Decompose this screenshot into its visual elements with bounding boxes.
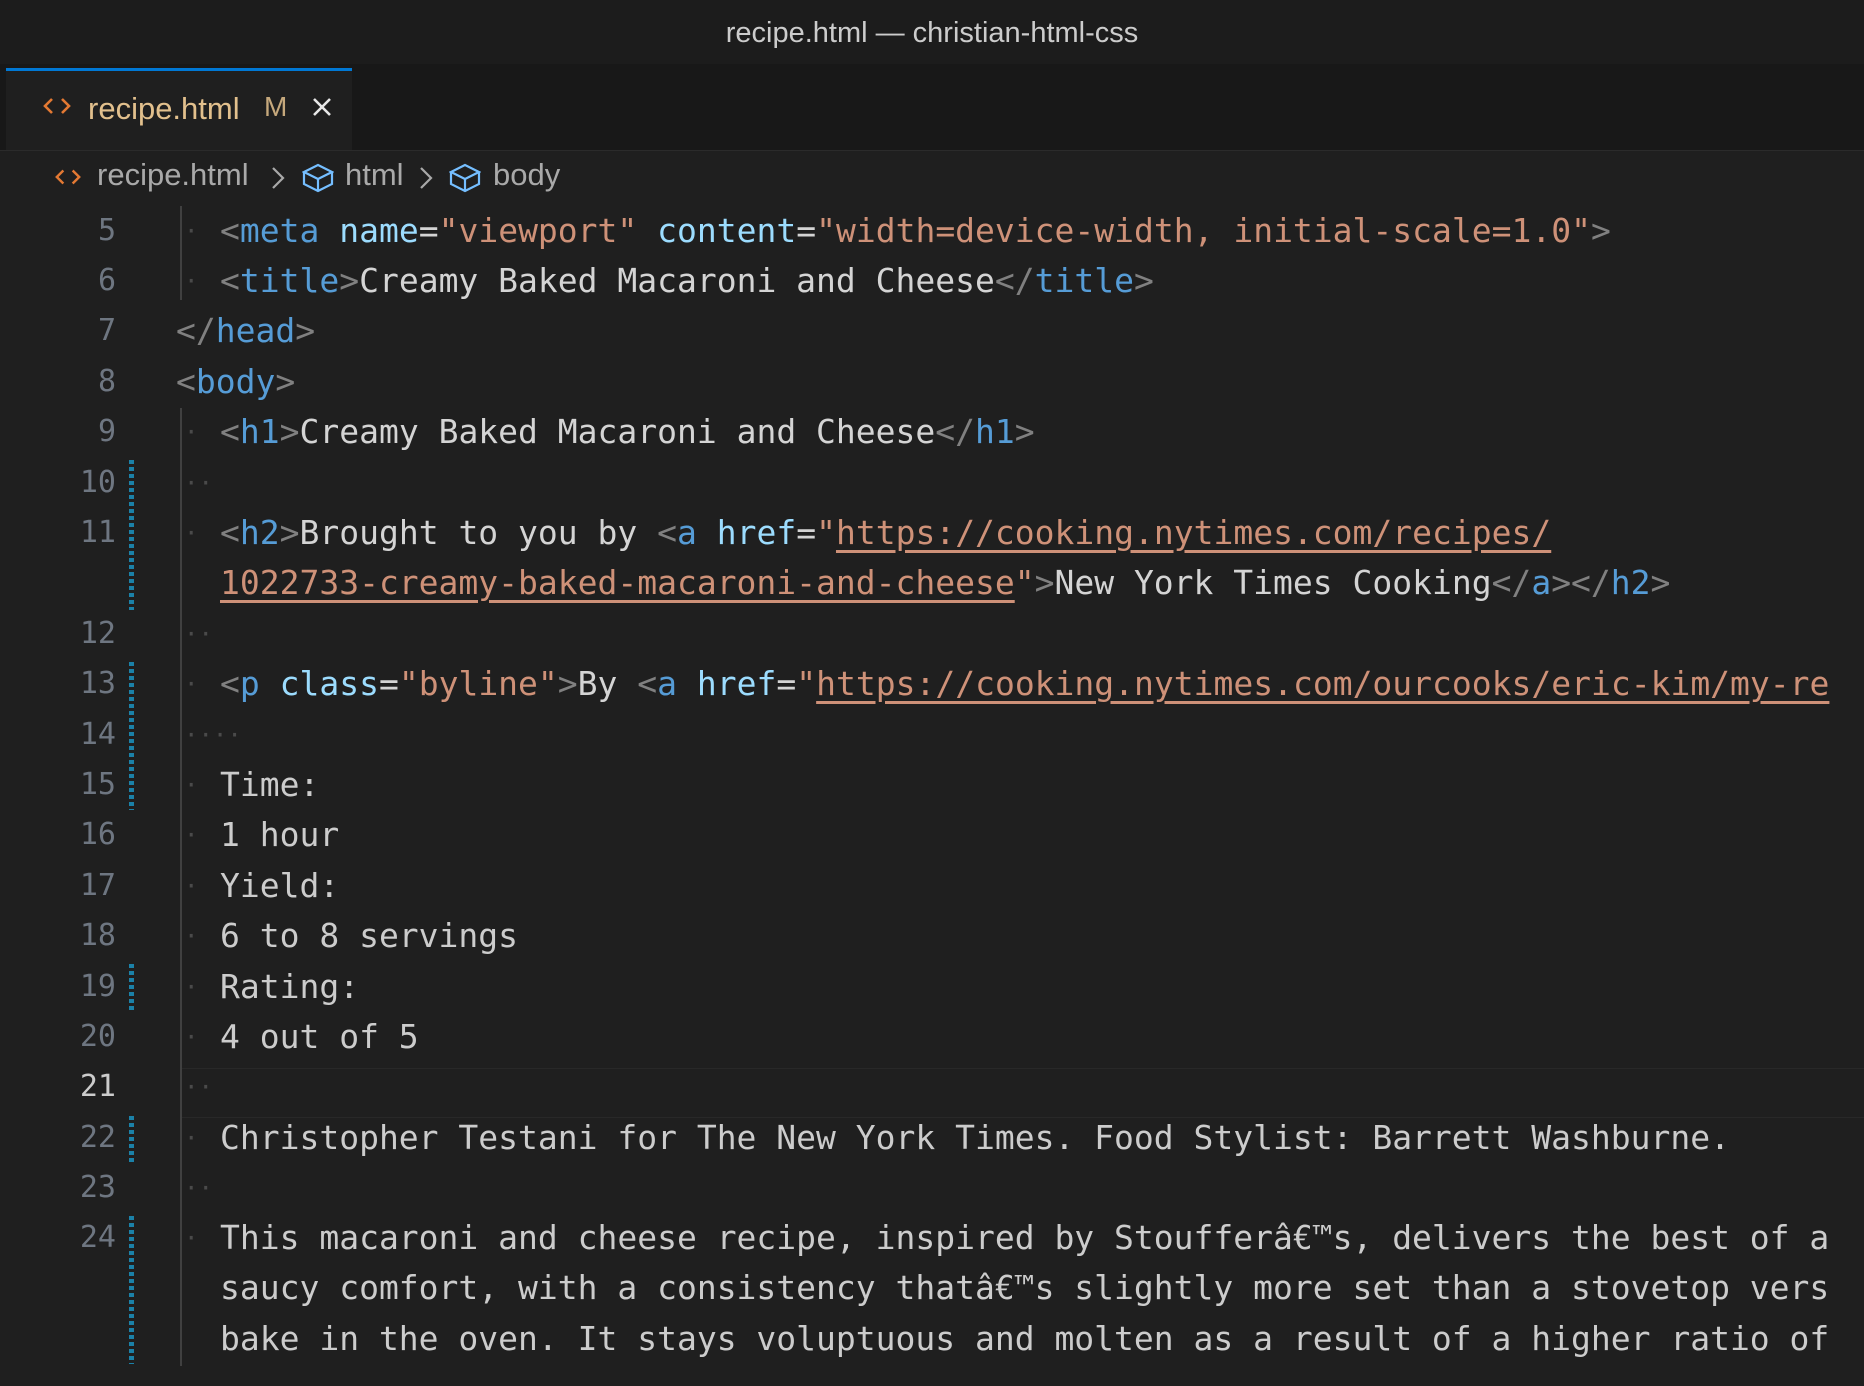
code-line: Christopher Testani for The New York Tim… <box>220 1118 1730 1157</box>
whitespace-marker: · <box>184 872 199 900</box>
indent-guide <box>180 206 182 300</box>
code-line: <p class="byline">By <a href="https://co… <box>220 664 1830 703</box>
whitespace-marker: ·· <box>184 469 213 497</box>
whitespace-marker: · <box>184 1023 199 1051</box>
whitespace-marker: · <box>184 418 199 446</box>
link-url[interactable]: https://cooking.nytimes.com/ourcooks/eri… <box>816 664 1829 703</box>
code-line: Rating: <box>220 967 360 1006</box>
whitespace-marker: ·· <box>184 1073 213 1101</box>
line-number: 17 <box>79 868 116 903</box>
code-line: Time: <box>220 765 320 804</box>
code-line: bake in the oven. It stays voluptuous an… <box>220 1319 1830 1358</box>
code-line: <h1>Creamy Baked Macaroni and Cheese</h1… <box>220 412 1035 451</box>
line-number: 18 <box>79 918 116 953</box>
code-line: saucy comfort, with a consistency thatâ€… <box>220 1268 1830 1307</box>
git-change-marker <box>129 460 134 610</box>
git-change-marker <box>129 662 134 810</box>
line-number: 6 <box>97 263 116 298</box>
line-number: 10 <box>79 465 116 500</box>
git-change-marker <box>129 964 134 1012</box>
git-change-marker <box>129 1216 134 1364</box>
code-line: 1022733-creamy-baked-macaroni-and-cheese… <box>220 563 1671 602</box>
code-line: 1 hour <box>220 815 340 854</box>
whitespace-marker: · <box>184 1124 199 1152</box>
indent-guide <box>180 408 182 1366</box>
line-number: 23 <box>79 1170 116 1205</box>
line-number: 9 <box>97 414 116 449</box>
link-url[interactable]: 1022733-creamy-baked-macaroni-and-cheese <box>220 563 1015 602</box>
code-line: <title>Creamy Baked Macaroni and Cheese<… <box>220 261 1154 300</box>
whitespace-marker: · <box>184 267 199 295</box>
code-line: 4 out of 5 <box>220 1017 419 1056</box>
code-line: Yield: <box>220 866 340 905</box>
code-editor[interactable]: 5 6 7 8 9 10 11 12 13 14 15 16 17 18 19 … <box>0 0 1864 1386</box>
line-number: 15 <box>79 767 116 802</box>
line-number: 14 <box>79 717 116 752</box>
line-number-current: 21 <box>79 1069 116 1104</box>
git-change-marker <box>129 1116 134 1164</box>
whitespace-marker: · <box>184 217 199 245</box>
code-line: This macaroni and cheese recipe, inspire… <box>220 1218 1830 1257</box>
line-number: 8 <box>97 364 116 399</box>
code-line: </head> <box>176 311 316 350</box>
line-number: 5 <box>97 213 116 248</box>
whitespace-marker: · <box>184 973 199 1001</box>
whitespace-marker: · <box>184 519 199 547</box>
line-number: 22 <box>79 1120 116 1155</box>
whitespace-marker: · <box>184 771 199 799</box>
line-number: 11 <box>79 515 116 550</box>
line-number: 20 <box>79 1019 116 1054</box>
code-line: <meta name="viewport" content="width=dev… <box>220 211 1611 250</box>
whitespace-marker: · <box>184 922 199 950</box>
link-url[interactable]: https://cooking.nytimes.com/recipes/ <box>836 513 1551 552</box>
code-line: <body> <box>176 362 296 401</box>
whitespace-marker: · <box>184 1224 199 1252</box>
whitespace-marker: ·· <box>184 620 213 648</box>
whitespace-marker: · <box>184 821 199 849</box>
current-line-highlight <box>180 1068 1864 1118</box>
line-number: 12 <box>79 616 116 651</box>
line-number: 19 <box>79 969 116 1004</box>
line-number: 16 <box>79 817 116 852</box>
whitespace-marker: ···· <box>184 721 242 749</box>
line-number: 24 <box>79 1220 116 1255</box>
line-number: 7 <box>97 313 116 348</box>
line-number: 13 <box>79 666 116 701</box>
whitespace-marker: ·· <box>184 1174 213 1202</box>
whitespace-marker: · <box>184 670 199 698</box>
code-line: <h2>Brought to you by <a href="https://c… <box>220 513 1552 552</box>
code-line: 6 to 8 servings <box>220 916 519 955</box>
